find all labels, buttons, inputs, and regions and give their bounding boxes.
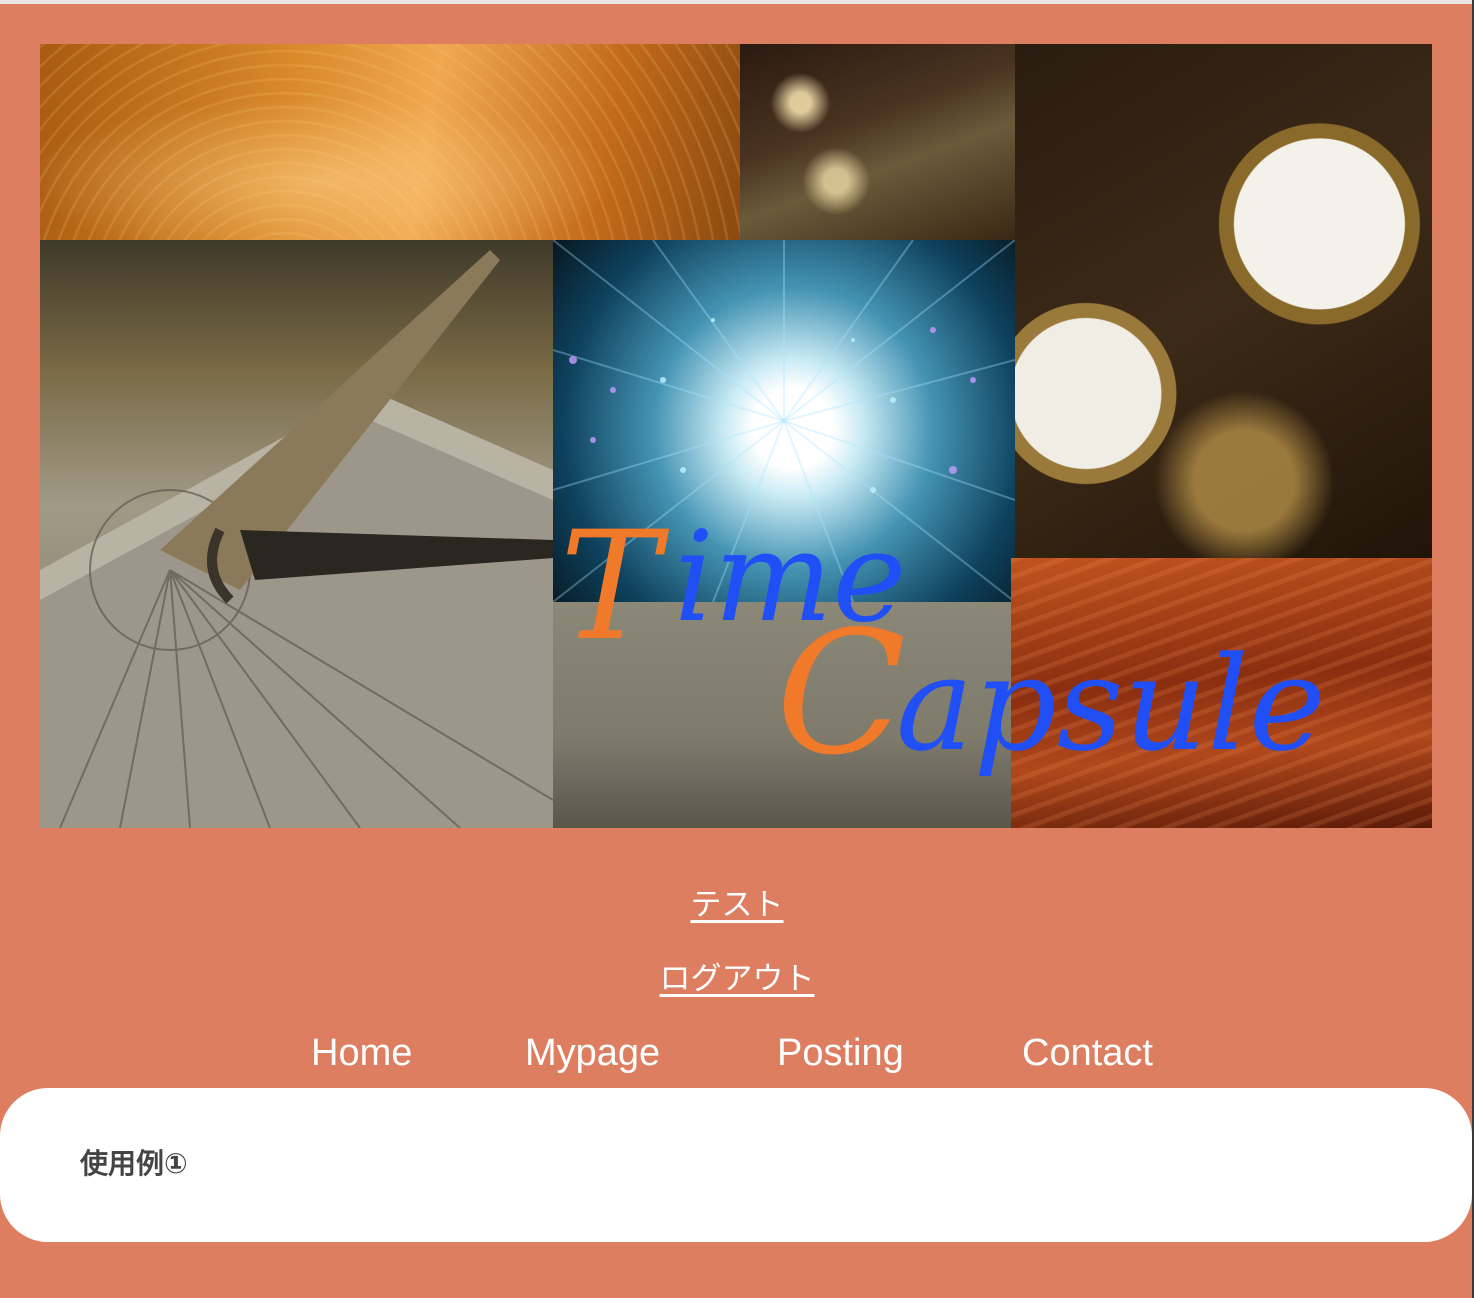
top-border bbox=[0, 0, 1474, 4]
menu-item-home[interactable]: Home bbox=[311, 1030, 412, 1076]
test-link[interactable]: テスト bbox=[0, 884, 1474, 926]
menu-item-posting[interactable]: Posting bbox=[777, 1030, 904, 1076]
logo-word-apsule: apsule bbox=[896, 628, 1326, 780]
menu-item-mypage[interactable]: Mypage bbox=[525, 1030, 660, 1076]
header-banner: T ime C apsule bbox=[40, 44, 1432, 828]
logo-letter-c: C bbox=[776, 595, 906, 793]
logout-link[interactable]: ログアウト bbox=[0, 958, 1474, 1000]
menu-item-contact[interactable]: Contact bbox=[1022, 1030, 1153, 1076]
content-title: 使用例① bbox=[80, 1147, 188, 1180]
content-card: 使用例① bbox=[0, 1088, 1472, 1242]
time-capsule-logo: T ime C apsule bbox=[560, 500, 1326, 793]
main-menu: Home Mypage Posting Contact bbox=[0, 1030, 1474, 1078]
logo-letter-t: T bbox=[560, 500, 670, 674]
